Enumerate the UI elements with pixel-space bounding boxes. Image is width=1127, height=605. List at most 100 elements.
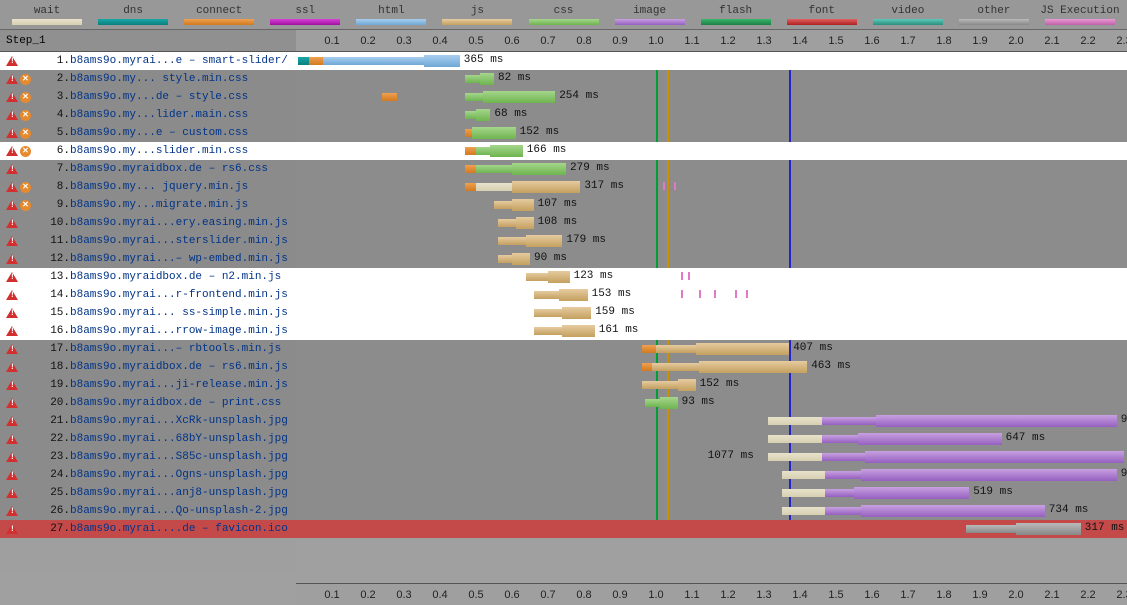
legend-item-wait[interactable]: wait bbox=[4, 0, 90, 29]
resource-row[interactable]: ✕3.b8ams9o.my...de – style.css bbox=[0, 88, 296, 106]
timeline-row[interactable]: 90 ms bbox=[296, 250, 1127, 268]
resource-row[interactable]: ✕6.b8ams9o.my...slider.min.css bbox=[0, 142, 296, 160]
js-execution-mark bbox=[699, 290, 701, 298]
legend-item-ssl[interactable]: ssl bbox=[262, 0, 348, 29]
resource-row[interactable]: ✕2.b8ams9o.my... style.min.css bbox=[0, 70, 296, 88]
resource-name: b8ams9o.my...de – style.css bbox=[70, 91, 296, 103]
row-index: 6. bbox=[36, 145, 70, 157]
timing-segment bbox=[768, 417, 822, 425]
resource-row[interactable]: 15.b8ams9o.myrai... ss-simple.min.js bbox=[0, 304, 296, 322]
bar-area: 82 ms bbox=[296, 70, 1127, 88]
timing-segment bbox=[512, 163, 566, 175]
bar-area: 68 ms bbox=[296, 106, 1127, 124]
timeline-row[interactable]: 152 ms bbox=[296, 376, 1127, 394]
timeline-row[interactable]: 108 ms bbox=[296, 214, 1127, 232]
ruler-tick: 2.3 bbox=[1116, 35, 1127, 47]
timeline-row[interactable]: 519 ms bbox=[296, 484, 1127, 502]
resource-row[interactable]: ✕5.b8ams9o.my...e – custom.css bbox=[0, 124, 296, 142]
ruler-tick: 0.2 bbox=[360, 35, 375, 47]
warning-icon bbox=[6, 128, 18, 138]
legend-item-font[interactable]: font bbox=[779, 0, 865, 29]
timeline-row[interactable]: 317 ms bbox=[296, 178, 1127, 196]
timeline-row[interactable]: 68 ms bbox=[296, 106, 1127, 124]
bar-area: 519 ms bbox=[296, 484, 1127, 502]
timeline-row[interactable]: 279 ms bbox=[296, 160, 1127, 178]
timeline-row[interactable]: 179 ms bbox=[296, 232, 1127, 250]
legend-item-css[interactable]: css bbox=[520, 0, 606, 29]
timeline-row[interactable]: 734 ms bbox=[296, 502, 1127, 520]
resource-name: b8ams9o.myrai...68bY-unsplash.jpg bbox=[70, 433, 296, 445]
timeline-row[interactable]: 153 ms bbox=[296, 286, 1127, 304]
blocked-icon: ✕ bbox=[20, 182, 31, 193]
timeline-row[interactable]: 152 ms bbox=[296, 124, 1127, 142]
legend-item-html[interactable]: html bbox=[348, 0, 434, 29]
duration-label: 123 ms bbox=[574, 270, 614, 282]
bar-area: 1077 ms bbox=[296, 448, 1127, 466]
resource-row[interactable]: 27.b8ams9o.myrai....de – favicon.ico bbox=[0, 520, 296, 538]
resource-row[interactable]: ✕4.b8ams9o.my...lider.main.css bbox=[0, 106, 296, 124]
row-index: 21. bbox=[36, 415, 70, 427]
resource-row[interactable]: 20.b8ams9o.myraidbox.de – print.css bbox=[0, 394, 296, 412]
timeline-row[interactable]: 159 ms bbox=[296, 304, 1127, 322]
row-index: 19. bbox=[36, 379, 70, 391]
timeline-row[interactable]: 463 ms bbox=[296, 358, 1127, 376]
timeline-row[interactable]: 1077 ms bbox=[296, 448, 1127, 466]
resource-row[interactable]: 7.b8ams9o.myraidbox.de – rs6.css bbox=[0, 160, 296, 178]
legend-label: dns bbox=[123, 5, 143, 17]
timeline-row[interactable]: 407 ms bbox=[296, 340, 1127, 358]
legend-item-JS Execution[interactable]: JS Execution bbox=[1037, 0, 1123, 29]
js-execution-mark bbox=[674, 182, 676, 190]
resource-row[interactable]: 10.b8ams9o.myrai...ery.easing.min.js bbox=[0, 214, 296, 232]
timeline-row[interactable]: 93 ms bbox=[296, 394, 1127, 412]
resource-row[interactable]: ✕8.b8ams9o.my... jquery.min.js bbox=[0, 178, 296, 196]
timeline-row[interactable]: 365 ms bbox=[296, 52, 1127, 70]
resource-row[interactable]: 14.b8ams9o.myrai...r-frontend.min.js bbox=[0, 286, 296, 304]
resource-name: b8ams9o.myrai...e – smart-slider/ bbox=[70, 55, 296, 67]
legend-item-video[interactable]: video bbox=[865, 0, 951, 29]
warning-icon bbox=[6, 200, 18, 210]
timeline-row[interactable]: 123 ms bbox=[296, 268, 1127, 286]
row-index: 18. bbox=[36, 361, 70, 373]
resource-row[interactable]: 19.b8ams9o.myrai...ji-release.min.js bbox=[0, 376, 296, 394]
resource-row[interactable]: 1.b8ams9o.myrai...e – smart-slider/ bbox=[0, 52, 296, 70]
resource-row[interactable]: 13.b8ams9o.myraidbox.de – n2.min.js bbox=[0, 268, 296, 286]
row-icons bbox=[0, 416, 36, 426]
timeline-row[interactable]: 647 ms bbox=[296, 430, 1127, 448]
timeline-row[interactable]: 166 ms bbox=[296, 142, 1127, 160]
legend-item-other[interactable]: other bbox=[951, 0, 1037, 29]
ruler-tick: 1.6 bbox=[864, 35, 879, 47]
timing-segment bbox=[382, 93, 396, 101]
resource-row[interactable]: 18.b8ams9o.myraidbox.de – rs6.min.js bbox=[0, 358, 296, 376]
timeline-row[interactable]: 317 ms (404) bbox=[296, 520, 1127, 538]
timing-segment bbox=[768, 453, 822, 461]
timeline-row[interactable]: 254 ms bbox=[296, 88, 1127, 106]
timeline-row[interactable]: 976 ms bbox=[296, 412, 1127, 430]
timeline-row[interactable]: 956 ms bbox=[296, 466, 1127, 484]
resource-row[interactable]: 21.b8ams9o.myrai...XcRk-unsplash.jpg bbox=[0, 412, 296, 430]
resource-row[interactable]: ✕9.b8ams9o.my...migrate.min.js bbox=[0, 196, 296, 214]
resource-row[interactable]: 26.b8ams9o.myrai...Qo-unsplash-2.jpg bbox=[0, 502, 296, 520]
legend-swatch bbox=[1045, 19, 1115, 25]
legend-item-connect[interactable]: connect bbox=[176, 0, 262, 29]
resource-row[interactable]: 22.b8ams9o.myrai...68bY-unsplash.jpg bbox=[0, 430, 296, 448]
resource-row[interactable]: 24.b8ams9o.myrai...Ogns-unsplash.jpg bbox=[0, 466, 296, 484]
resource-row[interactable]: 25.b8ams9o.myrai...anj8-unsplash.jpg bbox=[0, 484, 296, 502]
timeline-row[interactable]: 82 ms bbox=[296, 70, 1127, 88]
legend-item-dns[interactable]: dns bbox=[90, 0, 176, 29]
legend-item-flash[interactable]: flash bbox=[693, 0, 779, 29]
legend-item-js[interactable]: js bbox=[434, 0, 520, 29]
timing-segment bbox=[825, 471, 861, 479]
resource-row[interactable]: 11.b8ams9o.myrai...sterslider.min.js bbox=[0, 232, 296, 250]
timing-segment bbox=[494, 201, 512, 209]
timeline-row[interactable]: 107 ms bbox=[296, 196, 1127, 214]
resource-row[interactable]: 17.b8ams9o.myrai...– rbtools.min.js bbox=[0, 340, 296, 358]
blocked-icon: ✕ bbox=[20, 92, 31, 103]
resource-row[interactable]: 16.b8ams9o.myrai...rrow-image.min.js bbox=[0, 322, 296, 340]
legend-item-image[interactable]: image bbox=[607, 0, 693, 29]
timeline-row[interactable]: 161 ms bbox=[296, 322, 1127, 340]
blocked-icon: ✕ bbox=[20, 110, 31, 121]
row-icons: ✕ bbox=[0, 128, 36, 139]
resource-name: b8ams9o.my... jquery.min.js bbox=[70, 181, 296, 193]
resource-row[interactable]: 12.b8ams9o.myrai...– wp-embed.min.js bbox=[0, 250, 296, 268]
resource-row[interactable]: 23.b8ams9o.myrai...S85c-unsplash.jpg bbox=[0, 448, 296, 466]
